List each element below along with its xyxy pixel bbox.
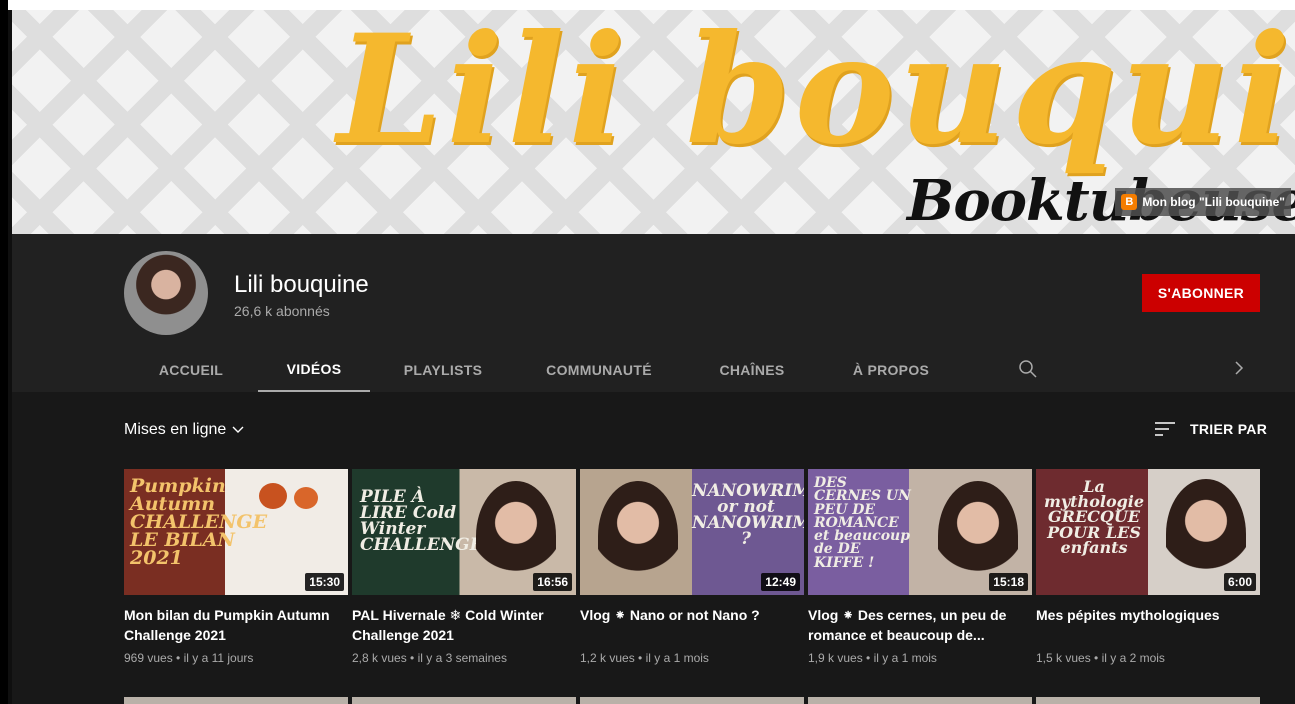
banner-blog-link[interactable]: B Mon blog "Lili bouquine" [1115,188,1291,216]
video-age: il y a 11 jours [183,651,254,665]
video-duration: 15:30 [305,573,344,591]
video-age: il y a 1 mois [645,651,709,665]
video-views: 969 vues [124,651,173,665]
video-card[interactable]: PILE À LIRE Cold Winter CHALLENGE 16:56 … [352,469,576,665]
video-duration: 6:00 [1223,573,1256,591]
video-title[interactable]: PAL Hivernale ❄ Cold Winter Challenge 20… [352,605,576,645]
video-title[interactable]: Mes pépites mythologiques [1036,605,1260,645]
tab-accueil[interactable]: ACCUEIL [124,348,258,392]
video-meta: 2,8 k vues • il y a 3 semaines [352,651,507,665]
tab-videos[interactable]: VIDÉOS [258,348,370,392]
video-thumbnail[interactable]: La mythologie GRECQUE POUR LES enfants 6… [1036,469,1260,595]
pumpkin-decoration [259,483,287,509]
video-views: 1,5 k vues [1036,651,1091,665]
filter-label: Mises en ligne [124,421,227,438]
channel-name: Lili bouquine [234,271,369,298]
video-meta: 1,2 k vues • il y a 1 mois [580,651,709,665]
banner-link-label: Mon blog "Lili bouquine" [1142,195,1285,209]
thumbnail-text: NANOWRIMO or not NANOWRIMO ? [692,481,804,550]
video-thumbnail-partial[interactable] [124,697,348,704]
uploads-filter[interactable]: Mises en ligne [124,421,245,439]
video-card[interactable]: DES CERNES UN PEU DE ROMANCE et beaucoup… [808,469,1032,665]
video-thumbnail-partial[interactable] [580,697,804,704]
video-title[interactable]: Vlog ⁕ Des cernes, un peu de romance et … [808,605,1032,645]
chevron-down-icon [232,426,244,433]
channel-avatar[interactable] [124,251,208,335]
video-thumbnail[interactable]: DES CERNES UN PEU DE ROMANCE et beaucoup… [808,469,1032,595]
video-thumbnail[interactable]: PILE À LIRE Cold Winter CHALLENGE 16:56 [352,469,576,595]
sort-label: TRIER PAR [1190,421,1268,437]
video-thumbnail-partial[interactable] [352,697,576,704]
videos-section: Mises en ligne TRIER PAR Pumpkin Autumn … [12,392,1295,704]
video-meta: 1,5 k vues • il y a 2 mois [1036,651,1165,665]
presenter-image [598,481,678,591]
tab-communaute[interactable]: COMMUNAUTÉ [516,348,682,392]
thumbnail-text: DES CERNES UN PEU DE ROMANCE et beaucoup… [814,475,911,571]
video-thumbnail[interactable]: Pumpkin Autumn CHALLENGE LE BILAN 2021 1… [124,469,348,595]
video-title[interactable]: Vlog ⁕ Nano or not Nano ? [580,605,804,645]
sort-button[interactable]: TRIER PAR [1154,421,1267,437]
video-meta: 969 vues • il y a 11 jours [124,651,254,665]
video-views: 1,9 k vues [808,651,863,665]
channel-tabs: ACCUEIL VIDÉOS PLAYLISTS COMMUNAUTÉ CHAÎ… [124,348,960,392]
video-thumbnail-partial[interactable] [808,697,1032,704]
video-age: il y a 3 semaines [417,651,507,665]
video-card[interactable]: La mythologie GRECQUE POUR LES enfants 6… [1036,469,1260,665]
thumbnail-text: Pumpkin Autumn CHALLENGE LE BILAN 2021 [130,475,268,570]
video-duration: 15:18 [989,573,1028,591]
video-age: il y a 1 mois [873,651,937,665]
video-card[interactable]: Pumpkin Autumn CHALLENGE LE BILAN 2021 1… [124,469,348,665]
pumpkin-decoration [294,487,318,509]
video-grid: Pumpkin Autumn CHALLENGE LE BILAN 2021 1… [124,469,1260,665]
banner-title: Lili bouquine [337,10,1295,178]
video-card[interactable]: NANOWRIMO or not NANOWRIMO ? 12:49 Vlog … [580,469,804,665]
subscriber-count: 26,6 k abonnés [234,303,330,319]
window-edge [0,0,8,704]
blogger-icon: B [1121,194,1138,210]
video-duration: 12:49 [761,573,800,591]
tab-a-propos[interactable]: À PROPOS [822,348,960,392]
channel-header: Lili bouquine 26,6 k abonnés S'ABONNER A… [12,234,1295,392]
video-duration: 16:56 [533,573,572,591]
sort-icon [1155,422,1175,436]
chevron-right-icon[interactable] [1229,358,1249,378]
video-thumbnail-partial[interactable] [1036,697,1260,704]
subscribe-button[interactable]: S'ABONNER [1142,274,1260,312]
thumbnail-text: La mythologie GRECQUE POUR LES enfants [1043,477,1145,557]
video-thumbnail[interactable]: NANOWRIMO or not NANOWRIMO ? 12:49 [580,469,804,595]
video-views: 1,2 k vues [580,651,635,665]
thumbnail-text: PILE À LIRE Cold Winter CHALLENGE [360,487,483,556]
next-row-thumbnails [124,697,1260,704]
tab-playlists[interactable]: PLAYLISTS [370,348,516,392]
tab-chaines[interactable]: CHAÎNES [682,348,822,392]
top-strip [0,0,1295,10]
video-age: il y a 2 mois [1101,651,1165,665]
search-icon[interactable] [1018,359,1038,379]
channel-banner: Lili bouquine Booktubeuse B Mon blog "Li… [12,10,1295,234]
video-meta: 1,9 k vues • il y a 1 mois [808,651,937,665]
video-title[interactable]: Mon bilan du Pumpkin Autumn Challenge 20… [124,605,348,645]
video-views: 2,8 k vues [352,651,407,665]
